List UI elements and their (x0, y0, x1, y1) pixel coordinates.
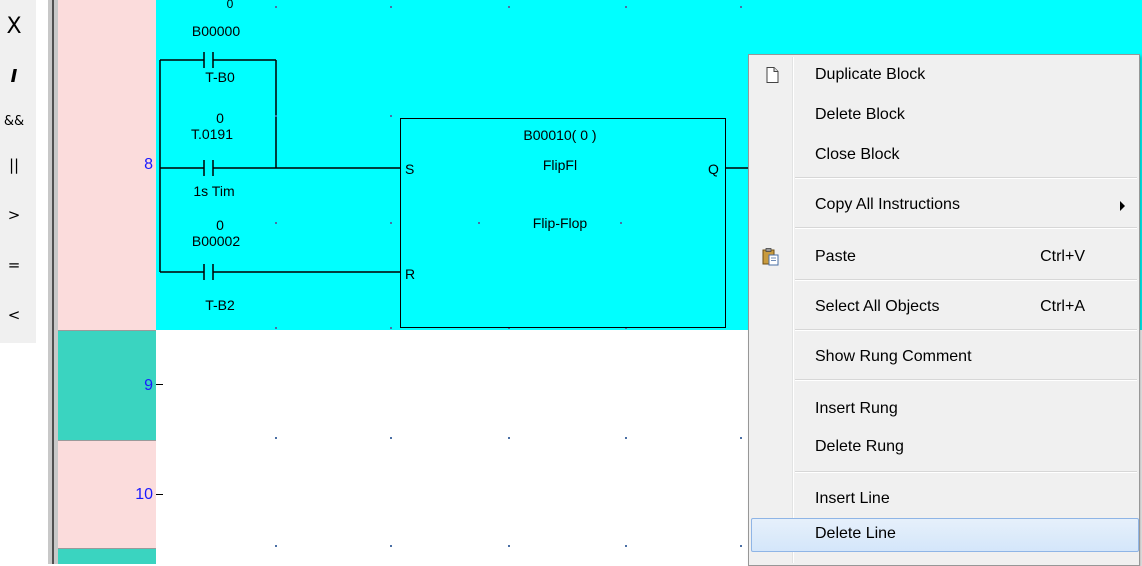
menu-item-paste[interactable]: Paste Ctrl+V (751, 241, 1139, 273)
menu-item-duplicate-block[interactable]: Duplicate Block (751, 59, 1139, 91)
block-title: B00010( 0 ) (523, 127, 597, 143)
paste-icon (762, 248, 779, 266)
menu-item-label: Delete Rung (815, 438, 904, 455)
block-pin-s: S (405, 161, 415, 177)
menu-item-label: Insert Rung (815, 400, 898, 417)
menu-item-delete-line[interactable]: Delete Line (751, 518, 1139, 552)
menu-item-shortcut: Ctrl+A (1040, 298, 1085, 315)
menu-item-label: Show Rung Comment (815, 348, 972, 365)
menu-item-copy-all-instructions[interactable]: Copy All Instructions (751, 189, 1139, 221)
menu-separator (795, 379, 1137, 381)
menu-item-label: Delete Block (815, 106, 905, 123)
menu-item-insert-rung[interactable]: Insert Rung (751, 393, 1139, 425)
menu-separator (795, 279, 1137, 281)
submenu-arrow-icon (1120, 201, 1125, 211)
menu-separator (795, 177, 1137, 179)
menu-item-close-block[interactable]: Close Block (751, 139, 1139, 171)
menu-item-label: Duplicate Block (815, 66, 926, 83)
menu-separator (795, 471, 1137, 473)
menu-item-label: Paste (815, 248, 856, 265)
menu-item-label: Insert Line (815, 490, 890, 507)
menu-item-shortcut: Ctrl+V (1040, 248, 1085, 265)
menu-item-delete-rung[interactable]: Delete Rung (751, 431, 1139, 463)
document-icon (766, 67, 779, 83)
menu-separator (795, 329, 1137, 331)
block-name: FlipFl (542, 157, 578, 173)
menu-item-insert-line[interactable]: Insert Line (751, 483, 1139, 515)
menu-item-label: Select All Objects (815, 298, 940, 315)
menu-item-select-all-objects[interactable]: Select All Objects Ctrl+A (751, 291, 1139, 323)
menu-item-label: Copy All Instructions (815, 196, 960, 213)
block-pin-r: R (405, 266, 416, 282)
block-pin-q: Q (708, 161, 719, 177)
menu-item-show-rung-comment[interactable]: Show Rung Comment (751, 341, 1139, 373)
menu-separator (795, 227, 1137, 229)
menu-item-delete-block[interactable]: Delete Block (751, 99, 1139, 131)
context-menu: Duplicate Block Delete Block Close Block… (748, 54, 1140, 566)
menu-item-label: Close Block (815, 146, 900, 163)
block-type: Flip-Flop (532, 215, 588, 231)
menu-item-label: Delete Line (815, 525, 896, 542)
